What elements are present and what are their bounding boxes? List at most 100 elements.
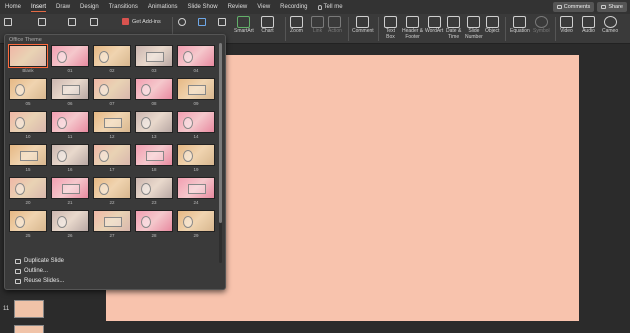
screenshot-icon[interactable]: [90, 18, 98, 26]
tab-design[interactable]: Design: [75, 0, 104, 14]
lightbulb-icon: [317, 4, 322, 10]
duplicate-slide-item[interactable]: Duplicate Slide: [15, 258, 64, 264]
audio-button[interactable]: Audio: [582, 16, 595, 35]
layout-option[interactable]: 23: [135, 177, 173, 207]
slide-thumbnail[interactable]: [14, 325, 44, 333]
text-box-button[interactable]: Text Box: [384, 16, 397, 40]
layout-option[interactable]: 07: [93, 78, 131, 108]
slide-number-button[interactable]: Slide Number: [465, 16, 483, 40]
smartart-icon: [237, 16, 251, 28]
layout-label: 28: [151, 233, 157, 238]
table-icon[interactable]: [38, 18, 46, 26]
comment-button[interactable]: Comment: [352, 16, 374, 35]
pi-icon: [513, 16, 527, 28]
action-button[interactable]: Action: [328, 16, 342, 35]
tell-me[interactable]: Tell me: [313, 0, 348, 14]
get-addins-button[interactable]: Get Add-ins: [122, 18, 161, 25]
tab-view[interactable]: View: [252, 0, 275, 14]
slide-thumbnail[interactable]: [14, 300, 44, 318]
reuse-icon: [15, 278, 21, 284]
placeholder-shape: [99, 183, 109, 195]
icons-icon[interactable]: [198, 18, 206, 26]
tab-transitions[interactable]: Transitions: [104, 0, 143, 14]
layout-option[interactable]: 21: [51, 177, 89, 207]
layout-label: 01: [67, 68, 73, 73]
tab-review[interactable]: Review: [223, 0, 253, 14]
tab-home[interactable]: Home: [0, 0, 26, 14]
smartart-button[interactable]: SmartArt: [234, 16, 254, 35]
layout-option[interactable]: 28: [135, 210, 173, 240]
scrollbar-thumb[interactable]: [219, 43, 222, 223]
slide-number-icon: [467, 16, 481, 28]
new-slide-icon[interactable]: [4, 18, 12, 26]
object-button[interactable]: Object: [485, 16, 499, 35]
share-button[interactable]: Share: [597, 2, 627, 12]
placeholder-shape: [141, 84, 151, 96]
layout-option[interactable]: 26: [51, 210, 89, 240]
cameo-button[interactable]: Cameo: [602, 16, 618, 35]
placeholder-shape: [99, 51, 109, 63]
layout-option[interactable]: 03: [135, 45, 173, 75]
layout-option[interactable]: 13: [135, 111, 173, 141]
layout-preview: [93, 210, 131, 232]
shapes-icon[interactable]: [178, 18, 186, 26]
layout-label: Blank: [22, 68, 34, 73]
placeholder-shape: [183, 51, 193, 63]
layout-option[interactable]: 10: [9, 111, 47, 141]
tab-recording[interactable]: Recording: [275, 0, 312, 14]
tab-draw[interactable]: Draw: [51, 0, 75, 14]
pictures-icon[interactable]: [68, 18, 76, 26]
date-time-button[interactable]: Date & Time: [446, 16, 461, 40]
layout-option[interactable]: 18: [135, 144, 173, 174]
layout-option[interactable]: 09: [177, 78, 215, 108]
layout-option[interactable]: 15: [9, 144, 47, 174]
layout-option[interactable]: 01: [51, 45, 89, 75]
layout-option[interactable]: 04: [177, 45, 215, 75]
layout-option[interactable]: 05: [9, 78, 47, 108]
zoom-icon: [290, 16, 303, 28]
layout-option[interactable]: Blank: [8, 44, 48, 75]
powerpoint-window: Home Insert Draw Design Transitions Anim…: [0, 0, 630, 333]
comments-button[interactable]: Comments: [552, 2, 595, 12]
layout-option[interactable]: 29: [177, 210, 215, 240]
header-footer-button[interactable]: Header & Footer: [402, 16, 423, 40]
layout-option[interactable]: 02: [93, 45, 131, 75]
layout-option[interactable]: 12: [93, 111, 131, 141]
zoom-button[interactable]: Zoom: [290, 16, 303, 35]
layout-option[interactable]: 08: [135, 78, 173, 108]
3d-models-icon[interactable]: [218, 18, 226, 26]
layout-option[interactable]: 25: [9, 210, 47, 240]
wordart-button[interactable]: WordArt: [425, 16, 443, 35]
tab-slide-show[interactable]: Slide Show: [183, 0, 223, 14]
layout-label: 17: [109, 167, 115, 172]
equation-button[interactable]: Equation: [510, 16, 530, 35]
layout-option[interactable]: 17: [93, 144, 131, 174]
chart-button[interactable]: Chart: [261, 16, 274, 35]
placeholder-shape: [188, 184, 206, 194]
layout-option[interactable]: 14: [177, 111, 215, 141]
layout-option[interactable]: 11: [51, 111, 89, 141]
layout-option[interactable]: 19: [177, 144, 215, 174]
layout-option[interactable]: 24: [177, 177, 215, 207]
layout-label: 29: [193, 233, 199, 238]
layout-option[interactable]: 16: [51, 144, 89, 174]
symbol-button[interactable]: Symbol: [533, 16, 550, 35]
tab-animations[interactable]: Animations: [143, 0, 183, 14]
layout-preview: [135, 45, 173, 67]
placeholder-shape: [15, 183, 25, 195]
video-button[interactable]: Video: [560, 16, 573, 35]
placeholder-shape: [15, 84, 25, 96]
outline-item[interactable]: Outline...: [15, 268, 48, 274]
layout-preview: [177, 144, 215, 166]
tab-insert[interactable]: Insert: [26, 0, 51, 14]
layout-option[interactable]: 22: [93, 177, 131, 207]
layout-label: 11: [67, 134, 73, 139]
layout-option[interactable]: 27: [93, 210, 131, 240]
layout-label: 03: [151, 68, 157, 73]
link-button[interactable]: Link: [311, 16, 324, 35]
scrollbar[interactable]: [219, 43, 222, 263]
layout-option[interactable]: 20: [9, 177, 47, 207]
layout-option[interactable]: 06: [51, 78, 89, 108]
reuse-slides-item[interactable]: Reuse Slides...: [15, 278, 64, 284]
layout-label: 16: [67, 167, 73, 172]
